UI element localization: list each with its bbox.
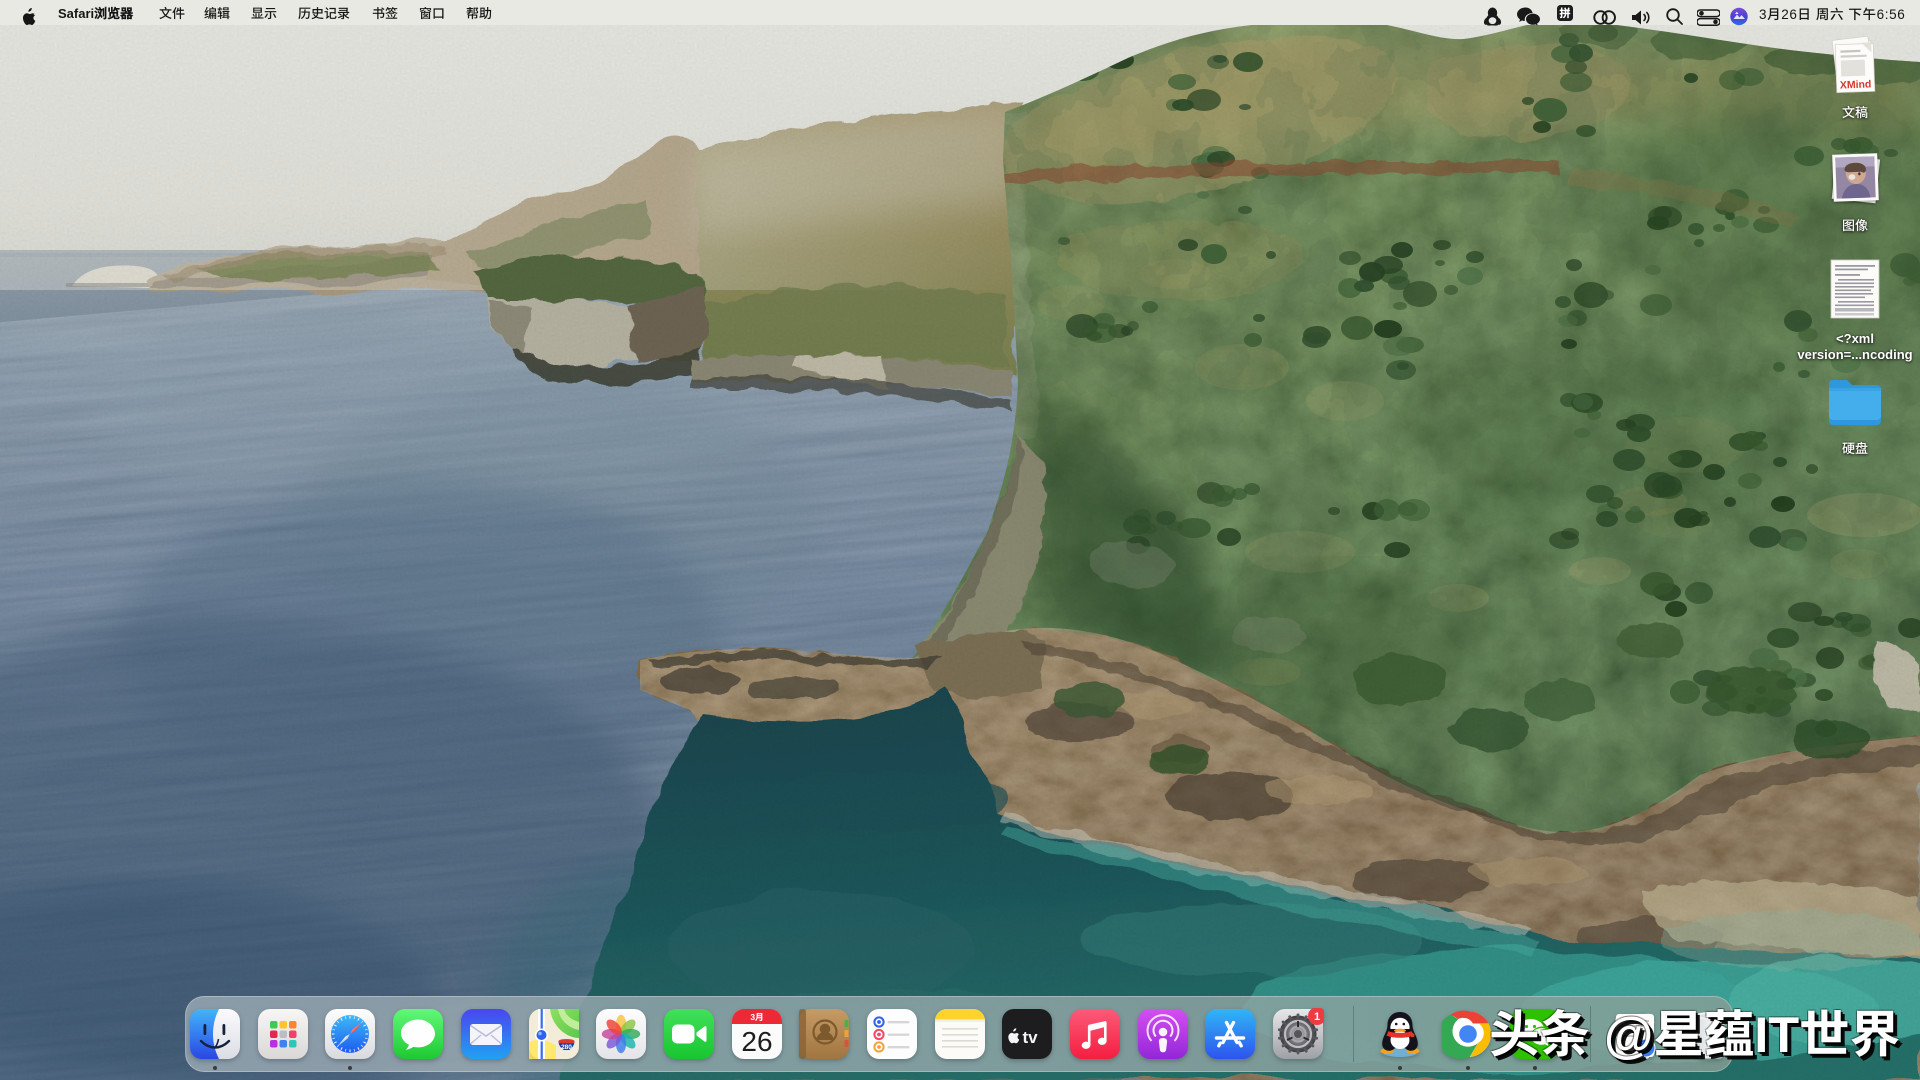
svg-text:1: 1 bbox=[1314, 1011, 1320, 1023]
svg-text:26: 26 bbox=[741, 1026, 772, 1057]
svg-text:3月: 3月 bbox=[750, 1011, 763, 1023]
svg-text:280: 280 bbox=[561, 1044, 572, 1051]
svg-text:XMind: XMind bbox=[1840, 78, 1872, 91]
svg-text:tv: tv bbox=[1023, 1028, 1039, 1047]
